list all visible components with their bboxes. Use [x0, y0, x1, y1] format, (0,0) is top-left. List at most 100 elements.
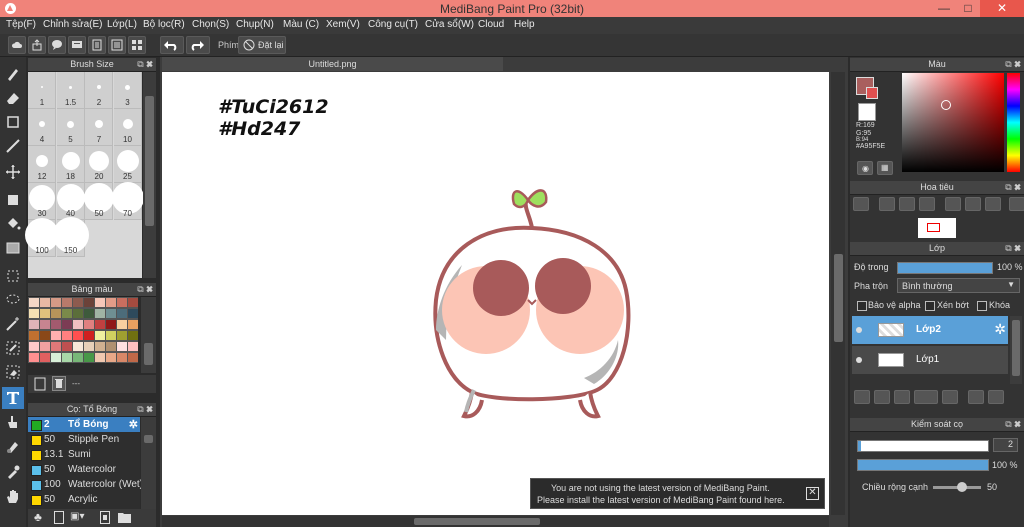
palette-swatch[interactable]: [62, 342, 72, 351]
add-brush-icon[interactable]: ♣: [34, 510, 42, 524]
close-button[interactable]: ✕: [980, 0, 1024, 17]
color-eye-button[interactable]: ◉: [857, 161, 873, 175]
brush-size-cell[interactable]: 3: [113, 72, 142, 109]
drawing-canvas[interactable]: #TuCi2612 #Hd247 You are not using the l…: [162, 72, 829, 515]
color-transparent-button[interactable]: ▦: [877, 161, 893, 175]
brush-size-cell[interactable]: 12: [28, 146, 56, 183]
folder-icon[interactable]: [118, 512, 131, 523]
brush-size-cell[interactable]: 50: [84, 183, 114, 220]
brush-size-cell[interactable]: 20: [85, 146, 113, 183]
reset-button[interactable]: Đặt lại: [238, 36, 286, 54]
edge-width-slider[interactable]: [933, 482, 981, 492]
palette-swatch[interactable]: [29, 353, 39, 362]
gear-icon[interactable]: ✲: [129, 418, 138, 431]
palette-swatch[interactable]: [95, 331, 105, 340]
palette-swatch[interactable]: [106, 320, 116, 329]
palette-swatch[interactable]: [106, 353, 116, 362]
document-button[interactable]: [88, 36, 106, 54]
new-layer-button[interactable]: [854, 390, 870, 404]
palette-swatch[interactable]: [73, 309, 83, 318]
palette-swatch[interactable]: [117, 353, 127, 362]
menu-layer[interactable]: Lớp(L): [107, 19, 137, 30]
fit-window-button[interactable]: [899, 197, 915, 211]
palette-swatch[interactable]: [106, 331, 116, 340]
menu-help[interactable]: Help: [514, 19, 535, 30]
palette-swatch[interactable]: [128, 298, 138, 307]
palette-swatch[interactable]: [117, 309, 127, 318]
menu-view[interactable]: Xem(V): [326, 19, 360, 30]
gear-icon[interactable]: ✲: [994, 321, 1006, 338]
zoom-out-button[interactable]: [919, 197, 935, 211]
palette-swatch[interactable]: [51, 298, 61, 307]
palette-swatch[interactable]: [106, 298, 116, 307]
new-halftone-layer-button[interactable]: [874, 390, 890, 404]
duplicate-layer-button[interactable]: [988, 390, 1004, 404]
menu-edit[interactable]: Chỉnh sửa(E): [43, 19, 103, 30]
layer-folder-button[interactable]: [942, 390, 958, 404]
eyedropper-tool[interactable]: [2, 461, 24, 483]
palette-swatch[interactable]: [29, 342, 39, 351]
brush-size-field[interactable]: 2: [993, 438, 1018, 452]
fill-rect-tool[interactable]: [2, 189, 24, 211]
brush-list-scrollbar[interactable]: [141, 417, 156, 509]
new-brush-icon[interactable]: [54, 511, 64, 524]
layer-panel-buttons[interactable]: ⧉ ✖: [1005, 242, 1021, 255]
document-tab[interactable]: Untitled.png: [162, 57, 503, 71]
layer-menu-button[interactable]: [914, 390, 938, 404]
palette-panel-buttons[interactable]: ⧉ ✖: [137, 283, 153, 296]
redo-button[interactable]: [186, 36, 210, 54]
palette-swatch[interactable]: [128, 342, 138, 351]
menu-snap[interactable]: Chụp(N): [236, 19, 274, 30]
menu-filter[interactable]: Bộ lọc(R): [143, 19, 185, 30]
palette-swatch[interactable]: [95, 342, 105, 351]
palette-swatch[interactable]: [95, 309, 105, 318]
brush-size-cell[interactable]: 150: [52, 217, 89, 257]
palette-swatch[interactable]: [62, 309, 72, 318]
brush-size-cell[interactable]: 5: [56, 109, 85, 146]
gradient-tool[interactable]: [2, 237, 24, 259]
brush-list-panel-buttons[interactable]: ⧉ ✖: [137, 403, 153, 416]
palette-swatch[interactable]: [40, 320, 50, 329]
palette-swatch[interactable]: [95, 298, 105, 307]
layer-opacity-slider[interactable]: [897, 262, 993, 274]
brush-size-cell[interactable]: 1: [28, 72, 56, 109]
palette-swatch[interactable]: [128, 353, 138, 362]
rotate-left-button[interactable]: [945, 197, 961, 211]
brush-size-cell[interactable]: 100: [25, 218, 59, 257]
brush-size-cell[interactable]: 18: [56, 146, 85, 183]
brush-opacity-slider[interactable]: [857, 459, 989, 471]
palette-swatch[interactable]: [62, 320, 72, 329]
menu-tools[interactable]: Công cụ(T): [368, 19, 418, 30]
brush-size-slider[interactable]: [857, 440, 989, 452]
brush-size-cell[interactable]: 10: [113, 109, 142, 146]
palette-swatch[interactable]: [51, 331, 61, 340]
visibility-icon[interactable]: [856, 357, 862, 363]
palette-swatch[interactable]: [73, 353, 83, 362]
brush-tool[interactable]: [2, 63, 24, 85]
new-document-icon[interactable]: [34, 377, 46, 391]
brush-size-cell[interactable]: 2: [85, 72, 113, 109]
rectangle-tool[interactable]: [2, 111, 24, 133]
canvas-horizontal-scrollbar[interactable]: [162, 516, 829, 527]
hand-tool[interactable]: [2, 485, 24, 507]
palette-swatch[interactable]: [51, 320, 61, 329]
lasso-tool[interactable]: [2, 289, 24, 311]
canvas-vertical-scrollbar[interactable]: [831, 72, 845, 515]
palette-swatch[interactable]: [40, 309, 50, 318]
brush-control-panel-buttons[interactable]: ⧉ ✖: [1005, 418, 1021, 431]
cloud-button[interactable]: [8, 36, 26, 54]
menu-window[interactable]: Cửa sổ(W): [425, 19, 474, 30]
brush-size-cell[interactable]: 25: [113, 146, 142, 183]
palette-swatch[interactable]: [84, 342, 94, 351]
edge-width-knob[interactable]: [956, 482, 967, 492]
flip-button[interactable]: [965, 197, 981, 211]
palette-swatch[interactable]: [106, 309, 116, 318]
palette-swatch[interactable]: [62, 353, 72, 362]
list-button[interactable]: [108, 36, 126, 54]
color-picker-area[interactable]: [902, 73, 1004, 172]
layer-item[interactable]: Lớp2 ✲: [852, 316, 1008, 344]
palette-swatch[interactable]: [128, 309, 138, 318]
palette-swatch[interactable]: [51, 342, 61, 351]
color-picker-cursor[interactable]: [941, 100, 951, 110]
menu-file[interactable]: Tệp(F): [6, 19, 36, 30]
